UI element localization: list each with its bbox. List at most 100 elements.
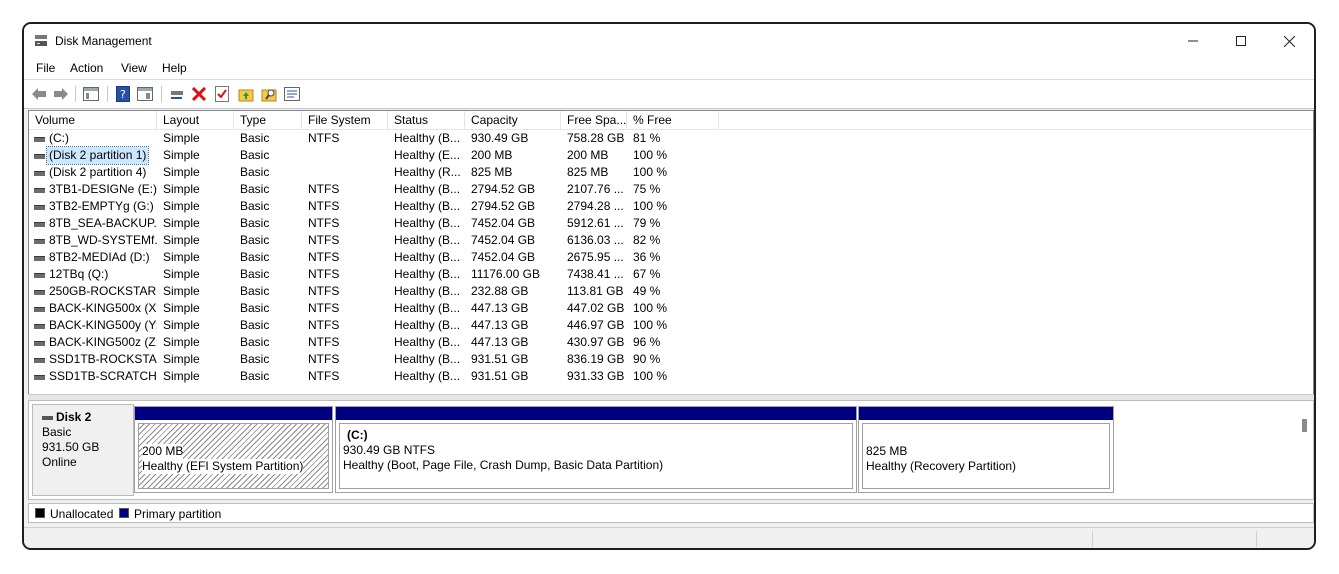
- disk-info-panel[interactable]: Disk 2 Basic 931.50 GB Online: [32, 404, 134, 496]
- cell-volume: (Disk 2 partition 1): [45, 146, 150, 165]
- cell-volume: (Disk 2 partition 4): [49, 165, 147, 179]
- column-header-volume[interactable]: Volume: [29, 111, 157, 129]
- cell-free-space: 430.97 GB: [567, 335, 625, 349]
- minimize-button[interactable]: [1170, 28, 1216, 54]
- connect-disk-button[interactable]: [168, 85, 186, 103]
- cell-layout: Simple: [163, 250, 200, 264]
- graph-vertical-scroll-thumb[interactable]: [1302, 419, 1307, 432]
- table-row[interactable]: 8TB_WD-SYSTEMf... Simple Basic NTFS Healthy …: [29, 232, 1313, 249]
- cell-free-space: 836.19 GB: [567, 352, 625, 366]
- maximize-icon: [1236, 36, 1246, 46]
- menu-file[interactable]: File: [36, 61, 55, 75]
- cell-percent-free: 100 %: [633, 148, 668, 162]
- cell-volume: 250GB-ROCKSTAR...: [49, 284, 157, 298]
- cell-type: Basic: [240, 148, 270, 162]
- cell-file-system: NTFS: [308, 131, 340, 145]
- list-window-icon: [284, 87, 300, 101]
- partition-type-bar: [859, 407, 1113, 420]
- cell-file-system: NTFS: [308, 335, 340, 349]
- cell-type: Basic: [240, 131, 270, 145]
- column-header-capacity[interactable]: Capacity: [465, 111, 561, 129]
- delete-button[interactable]: [190, 85, 208, 103]
- cell-free-space: 931.33 GB: [567, 369, 625, 383]
- cell-capacity: 931.51 GB: [471, 369, 529, 383]
- column-header-type[interactable]: Type: [234, 111, 302, 129]
- volume-drive-icon: [34, 222, 45, 227]
- volume-list[interactable]: Volume Layout Type File System Status Ca…: [28, 110, 1314, 396]
- table-row[interactable]: SSD1TB-ROCKSTA... Simple Basic NTFS Healthy …: [29, 351, 1313, 368]
- cell-volume: 8TB2-MEDIAd (D:): [49, 250, 150, 264]
- volume-drive-icon: [34, 239, 45, 244]
- open-folder-button[interactable]: [237, 85, 255, 103]
- table-row[interactable]: BACK-KING500y (Y:) Simple Basic NTFS Healthy…: [29, 317, 1313, 334]
- title-bar[interactable]: Disk Management: [24, 24, 1314, 58]
- forward-button[interactable]: [52, 85, 70, 103]
- table-row[interactable]: (Disk 2 partition 4) Simple Basic Healthy (…: [29, 164, 1313, 181]
- table-row[interactable]: 8TB2-MEDIAd (D:) Simple Basic NTFS Healthy (…: [29, 249, 1313, 266]
- cell-status: Healthy (B...: [394, 318, 461, 332]
- partition-type-bar: [135, 407, 332, 420]
- cell-file-system: NTFS: [308, 182, 340, 196]
- cell-layout: Simple: [163, 335, 200, 349]
- disk-icon: [42, 415, 53, 420]
- settings-list-button[interactable]: [283, 85, 301, 103]
- cell-layout: Simple: [163, 131, 200, 145]
- cell-free-space: 2794.28 ...: [567, 199, 624, 213]
- cell-layout: Simple: [163, 165, 200, 179]
- table-row[interactable]: 12TBq (Q:) Simple Basic NTFS Healthy (B... 11…: [29, 266, 1313, 283]
- back-button[interactable]: [30, 85, 48, 103]
- show-hide-console-tree-button[interactable]: [82, 85, 100, 103]
- close-button[interactable]: [1266, 28, 1312, 54]
- menu-view[interactable]: View: [121, 61, 147, 75]
- cell-type: Basic: [240, 301, 270, 315]
- table-row[interactable]: BACK-KING500x (X:) Simple Basic NTFS Healthy…: [29, 300, 1313, 317]
- maximize-button[interactable]: [1218, 28, 1264, 54]
- legend-swatch-primary: [119, 508, 129, 518]
- properties-button[interactable]: [213, 85, 231, 103]
- cell-free-space: 6136.03 ...: [567, 233, 624, 247]
- cell-file-system: NTFS: [308, 284, 340, 298]
- cell-capacity: 7452.04 GB: [471, 216, 536, 230]
- column-header-layout[interactable]: Layout: [157, 111, 234, 129]
- table-row[interactable]: 250GB-ROCKSTAR... Simple Basic NTFS Healthy …: [29, 283, 1313, 300]
- partition-efi[interactable]: 200 MB Healthy (EFI System Partition): [134, 406, 333, 493]
- cell-capacity: 930.49 GB: [471, 131, 529, 145]
- table-row[interactable]: BACK-KING500z (Z:) Simple Basic NTFS Healthy…: [29, 334, 1313, 351]
- column-header-free-space[interactable]: Free Spa...: [561, 111, 627, 129]
- menu-help[interactable]: Help: [162, 61, 187, 75]
- cell-file-system: NTFS: [308, 301, 340, 315]
- help-button[interactable]: ?: [114, 85, 132, 103]
- cell-volume: 12TBq (Q:): [49, 267, 109, 281]
- column-header-file-system[interactable]: File System: [302, 111, 388, 129]
- menu-action[interactable]: Action: [70, 61, 103, 75]
- cell-layout: Simple: [163, 182, 200, 196]
- cell-status: Healthy (B...: [394, 352, 461, 366]
- cell-percent-free: 100 %: [633, 199, 668, 213]
- table-row[interactable]: 8TB_SEA-BACKUP... Simple Basic NTFS Healthy …: [29, 215, 1313, 232]
- disk-management-app-icon: [35, 35, 47, 46]
- table-row[interactable]: 3TB2-EMPTYg (G:) Simple Basic NTFS Healthy (…: [29, 198, 1313, 215]
- cell-free-space: 2107.76 ...: [567, 182, 624, 196]
- table-row[interactable]: (C:) Simple Basic NTFS Healthy (B... 930.49 G…: [29, 130, 1313, 147]
- cell-free-space: 200 MB: [567, 148, 609, 162]
- menu-bar: File Action View Help: [24, 58, 1314, 79]
- explore-button[interactable]: [260, 85, 278, 103]
- table-row[interactable]: (Disk 2 partition 1) Simple Basic Healthy (…: [29, 146, 1313, 165]
- column-header-percent-free[interactable]: % Free: [627, 111, 719, 129]
- cell-status: Healthy (B...: [394, 182, 461, 196]
- column-header-status[interactable]: Status: [388, 111, 465, 129]
- disk-graphical-view[interactable]: Disk 2 Basic 931.50 GB Online 200 MB Hea…: [28, 400, 1314, 500]
- cell-layout: Simple: [163, 284, 200, 298]
- show-action-pane-button[interactable]: [136, 85, 154, 103]
- table-row[interactable]: 3TB1-DESIGNe (E:) Simple Basic NTFS Healthy …: [29, 181, 1313, 198]
- cell-status: Healthy (B...: [394, 250, 461, 264]
- cell-type: Basic: [240, 250, 270, 264]
- table-row[interactable]: SSD1TB-SCRATCH... Simple Basic NTFS Healthy …: [29, 368, 1313, 385]
- partition-recovery[interactable]: 825 MB Healthy (Recovery Partition): [858, 406, 1114, 493]
- partition-c[interactable]: (C:) 930.49 GB NTFS Healthy (Boot, Page …: [335, 406, 857, 493]
- cell-percent-free: 90 %: [633, 352, 661, 366]
- cell-percent-free: 96 %: [633, 335, 661, 349]
- cell-free-space: 447.02 GB: [567, 301, 625, 315]
- back-arrow-icon: [32, 88, 46, 100]
- cell-file-system: NTFS: [308, 318, 340, 332]
